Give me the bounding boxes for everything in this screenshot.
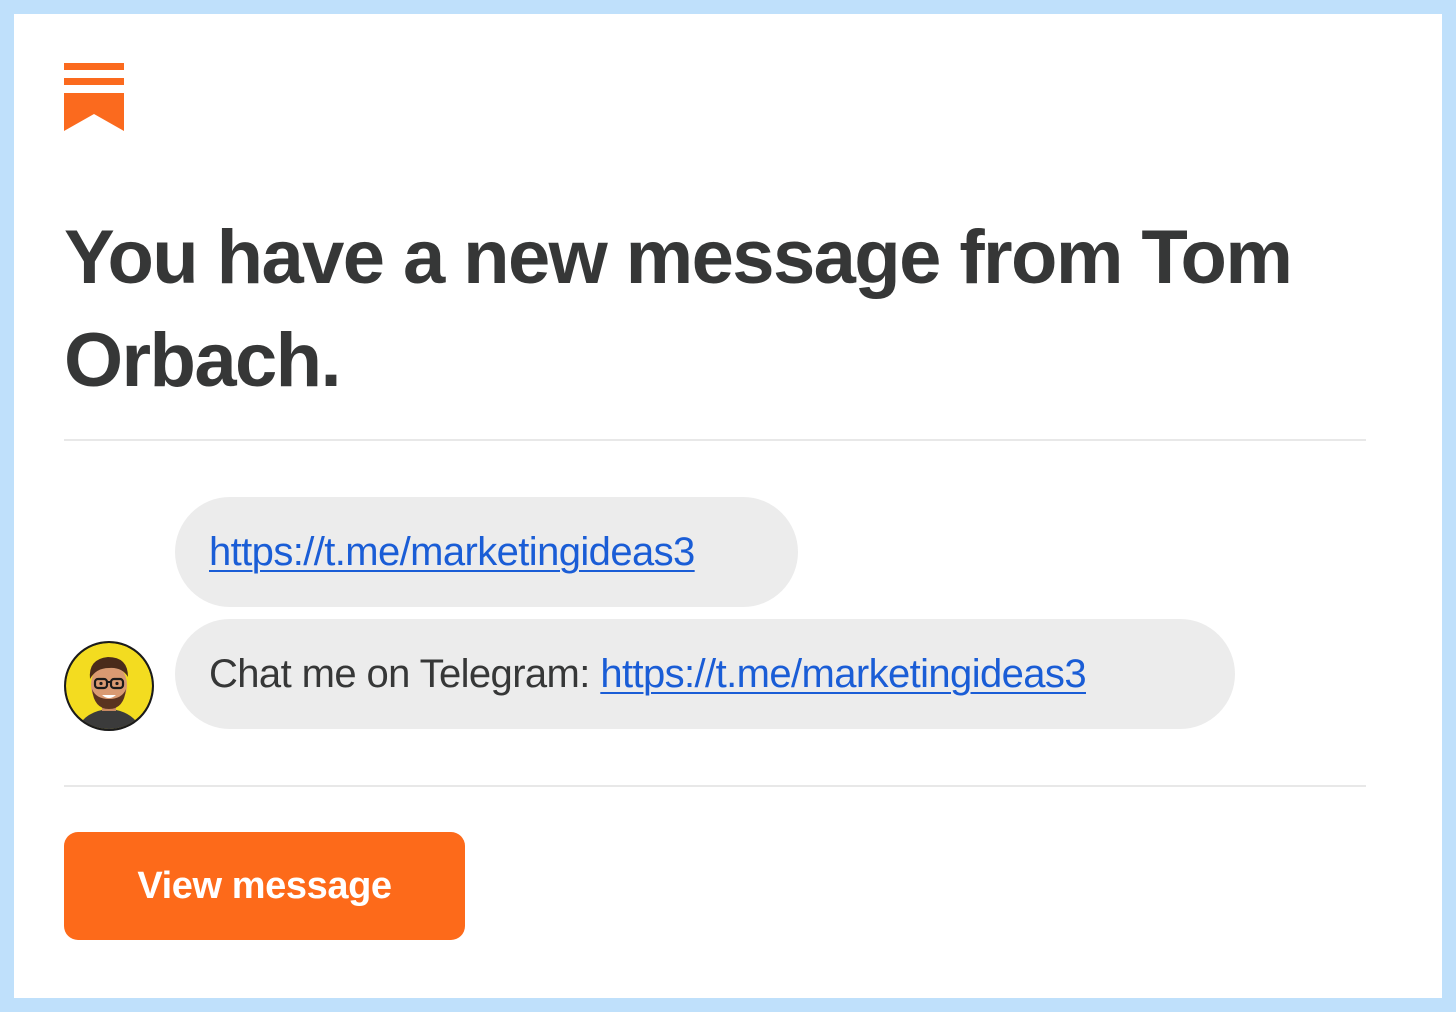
message-bubble: Chat me on Telegram: https://t.me/market… — [175, 619, 1235, 729]
sender-avatar[interactable] — [64, 641, 154, 731]
message-link[interactable]: https://t.me/marketingideas3 — [209, 530, 695, 575]
message-text: Chat me on Telegram: — [209, 651, 601, 696]
view-message-button[interactable]: View message — [64, 832, 465, 940]
substack-logo-icon — [64, 63, 124, 131]
divider — [64, 785, 1366, 787]
email-card: You have a new message from Tom Orbach. … — [14, 14, 1442, 998]
page-title: You have a new message from Tom Orbach. — [64, 215, 1293, 403]
message-link[interactable]: https://t.me/marketingideas3 — [600, 652, 1086, 697]
message-bubble: https://t.me/marketingideas3 — [175, 497, 798, 607]
divider — [64, 439, 1366, 441]
